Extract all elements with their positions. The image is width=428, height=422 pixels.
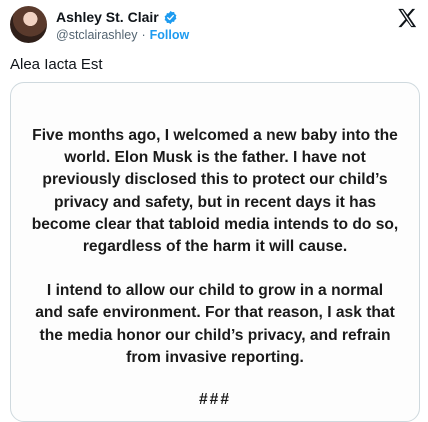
author-name-row: Ashley St. Clair xyxy=(56,9,178,25)
statement-paragraph-2: I intend to allow our child to grow in a… xyxy=(35,282,395,366)
verified-badge-icon xyxy=(164,10,177,24)
author-display-name[interactable]: Ashley St. Clair xyxy=(56,9,159,25)
tweet-media-image[interactable]: Five months ago, I welcomed a new baby i… xyxy=(10,82,420,422)
tweet-text: Alea Iacta Est xyxy=(10,56,103,73)
statement-paragraph-1: Five months ago, I welcomed a new baby i… xyxy=(31,127,399,256)
avatar[interactable] xyxy=(10,6,47,43)
x-logo-icon[interactable] xyxy=(396,7,418,29)
statement-closing: ### xyxy=(198,391,232,409)
statement-text: Five months ago, I welcomed a new baby i… xyxy=(11,125,419,411)
follow-button[interactable]: Follow xyxy=(150,28,190,42)
tweet-header: Ashley St. Clair @stclairashley · Follow xyxy=(10,6,418,44)
author-handle[interactable]: @stclairashley xyxy=(56,28,137,42)
author-handle-row: @stclairashley · Follow xyxy=(56,28,189,42)
separator-dot: · xyxy=(141,28,146,42)
